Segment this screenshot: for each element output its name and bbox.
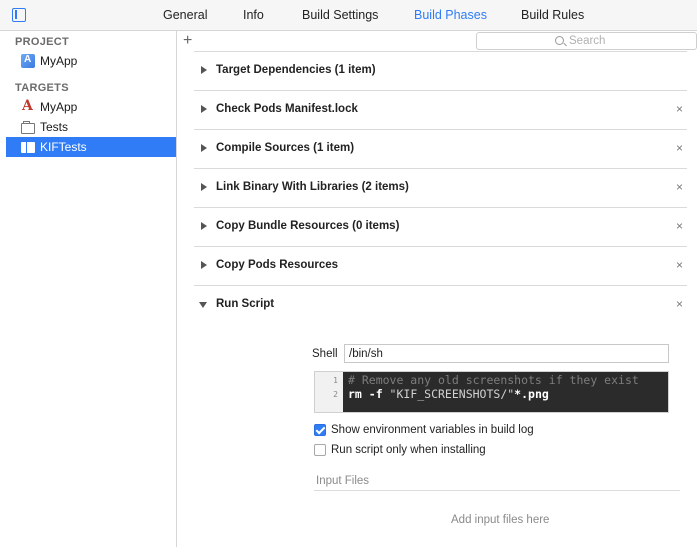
bundle-icon [21, 142, 35, 153]
tab-build-settings[interactable]: Build Settings [302, 8, 378, 22]
shell-label: Shell [312, 348, 338, 360]
sidebar-toggle-icon[interactable] [12, 8, 26, 22]
show-env-vars-checkbox-row[interactable]: Show environment variables in build log [314, 424, 534, 436]
disclosure-triangle-icon[interactable] [201, 105, 207, 113]
targets-section-header: TARGETS [15, 82, 69, 94]
code-area[interactable]: # Remove any old screenshots if they exi… [343, 372, 668, 412]
line-number: 1 [333, 376, 338, 385]
tab-general[interactable]: General [163, 8, 207, 22]
phase-compile-sources[interactable]: Compile Sources (1 item) × [194, 129, 687, 168]
phase-target-dependencies[interactable]: Target Dependencies (1 item) [194, 51, 687, 90]
show-env-vars-label: Show environment variables in build log [331, 424, 534, 436]
phase-title: Check Pods Manifest.lock [216, 103, 358, 115]
search-input[interactable] [569, 34, 689, 48]
phase-title: Run Script [216, 298, 275, 310]
project-section-header: PROJECT [15, 36, 70, 48]
phase-check-pods-manifest[interactable]: Check Pods Manifest.lock × [194, 90, 687, 129]
disclosure-triangle-icon[interactable] [199, 302, 207, 308]
input-files-header: Input Files [316, 475, 370, 487]
code-token-glob: *.png [514, 387, 549, 401]
sidebar-item-label: MyApp [40, 100, 78, 114]
close-icon[interactable]: × [676, 141, 683, 155]
code-line-command: rm -f "KIF_SCREENSHOTS/"*.png [348, 387, 549, 401]
close-icon[interactable]: × [676, 180, 683, 194]
tab-build-rules[interactable]: Build Rules [521, 8, 584, 22]
phase-link-binary[interactable]: Link Binary With Libraries (2 items) × [194, 168, 687, 207]
disclosure-triangle-icon[interactable] [201, 66, 207, 74]
close-icon[interactable]: × [676, 258, 683, 272]
disclosure-triangle-icon[interactable] [201, 144, 207, 152]
phase-title: Link Binary With Libraries (2 items) [216, 181, 409, 193]
project-icon [21, 54, 35, 68]
run-only-installing-checkbox-row[interactable]: Run script only when installing [314, 444, 486, 456]
phases-toolbar: + [177, 31, 697, 51]
run-only-installing-label: Run script only when installing [331, 444, 486, 456]
tab-bar: General Info Build Settings Build Phases… [0, 0, 697, 31]
phase-run-script[interactable]: Run Script × [194, 285, 687, 547]
tab-build-phases[interactable]: Build Phases [414, 8, 487, 22]
add-input-files-hint[interactable]: Add input files here [451, 514, 549, 526]
close-icon[interactable]: × [676, 219, 683, 233]
disclosure-triangle-icon[interactable] [201, 183, 207, 191]
tab-info[interactable]: Info [243, 8, 264, 22]
code-line-comment: # Remove any old screenshots if they exi… [348, 373, 639, 387]
phase-title: Copy Bundle Resources (0 items) [216, 220, 400, 232]
sidebar-item-label: MyApp [40, 54, 78, 68]
show-env-vars-checkbox[interactable] [314, 424, 326, 436]
script-editor[interactable]: 1 2 # Remove any old screenshots if they… [314, 371, 669, 413]
close-icon[interactable]: × [676, 297, 683, 311]
close-icon[interactable]: × [676, 102, 683, 116]
input-files-divider [314, 490, 680, 491]
phase-copy-bundle-resources[interactable]: Copy Bundle Resources (0 items) × [194, 207, 687, 246]
folder-icon [21, 120, 35, 134]
run-only-installing-checkbox[interactable] [314, 444, 326, 456]
disclosure-triangle-icon[interactable] [201, 261, 207, 269]
search-icon [555, 36, 564, 45]
shell-input[interactable] [344, 344, 669, 363]
build-phases-editor: + Target Dependencies (1 item) Check Pod… [177, 31, 697, 547]
sidebar-item-target-myapp[interactable]: MyApp [6, 97, 176, 117]
line-number: 2 [333, 390, 338, 399]
sidebar-item-target-tests[interactable]: Tests [6, 117, 176, 137]
code-token-command: rm -f [348, 387, 390, 401]
line-number-gutter: 1 2 [315, 372, 342, 412]
sidebar-item-target-kiftests[interactable]: KIFTests [6, 137, 176, 157]
project-navigator-sidebar: PROJECT MyApp TARGETS MyApp Tests KIFTes… [0, 31, 177, 547]
phase-title: Compile Sources (1 item) [216, 142, 355, 154]
add-build-phase-button[interactable]: + [183, 32, 192, 50]
app-icon [21, 98, 35, 114]
search-field[interactable] [476, 32, 697, 50]
sidebar-item-label: Tests [40, 120, 69, 134]
code-token-string: "KIF_SCREENSHOTS/" [389, 387, 515, 401]
sidebar-item-project-myapp[interactable]: MyApp [6, 51, 176, 71]
phase-title: Copy Pods Resources [216, 259, 339, 271]
phase-copy-pods-resources[interactable]: Copy Pods Resources × [194, 246, 687, 285]
phase-title: Target Dependencies (1 item) [216, 64, 376, 76]
disclosure-triangle-icon[interactable] [201, 222, 207, 230]
sidebar-item-label: KIFTests [40, 140, 87, 154]
